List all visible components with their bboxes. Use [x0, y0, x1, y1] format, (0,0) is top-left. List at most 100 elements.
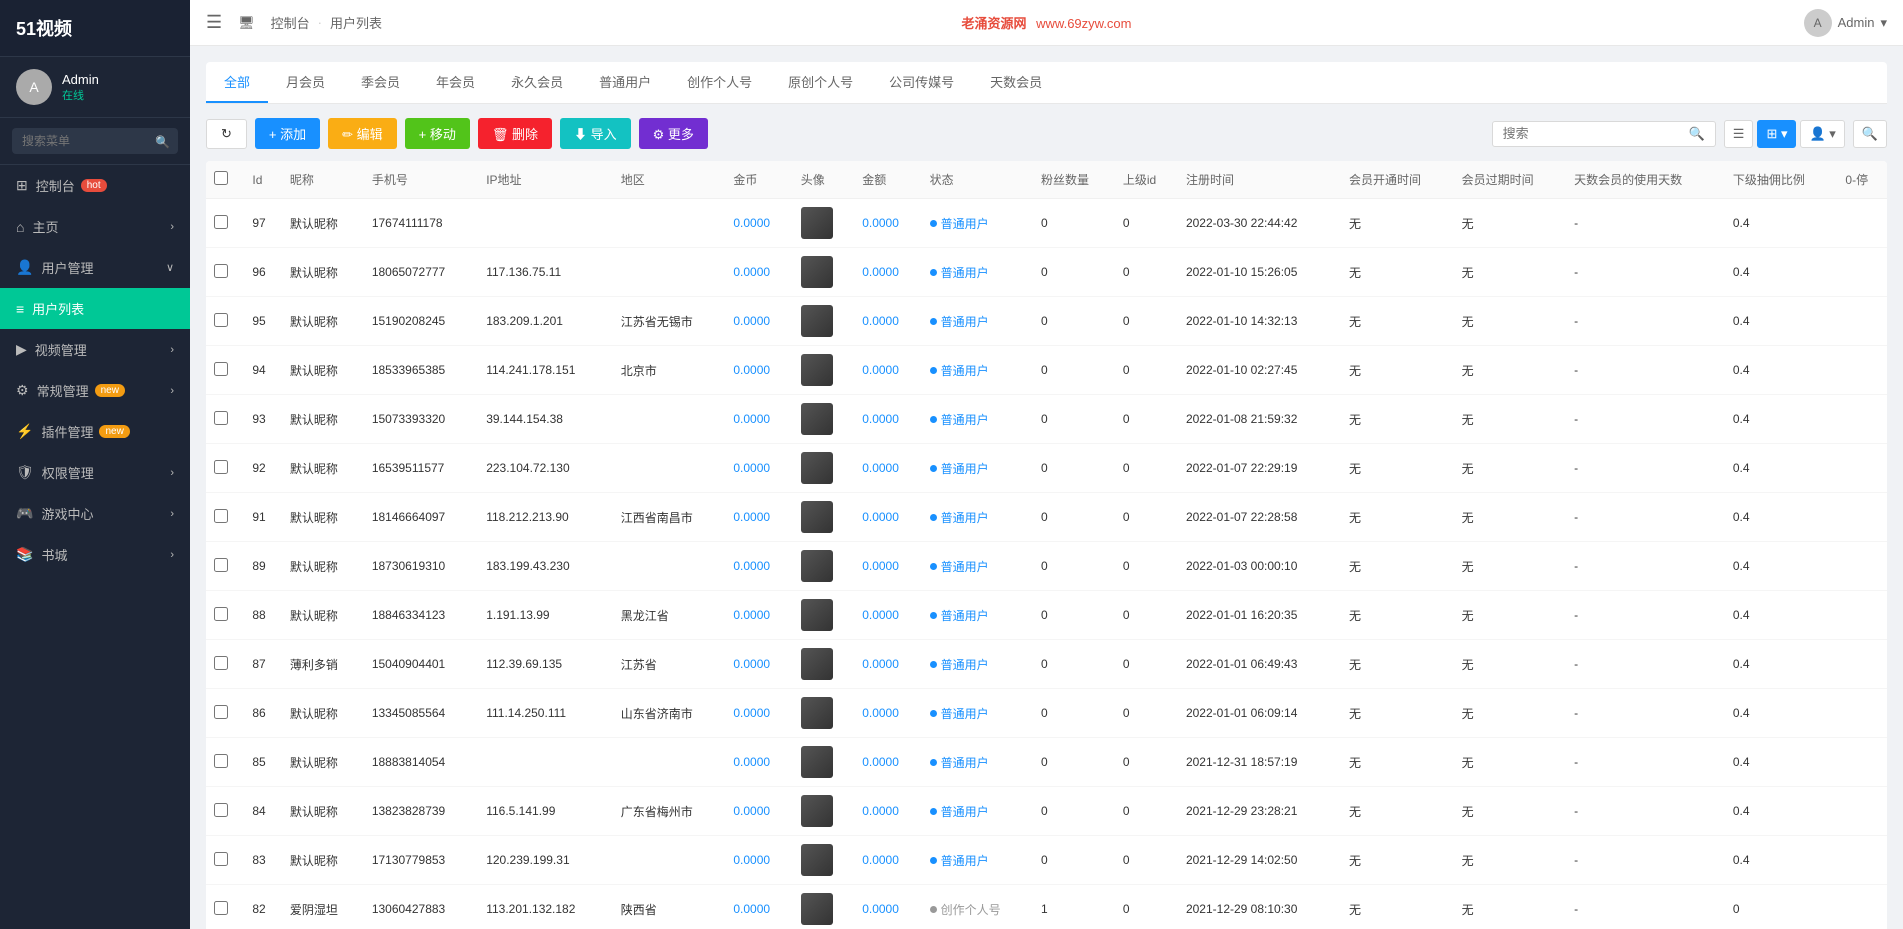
row-checkbox[interactable] [214, 803, 228, 817]
cell-region: 江苏省 [613, 640, 726, 689]
sidebar-item-label: 用户列表 [32, 299, 84, 318]
sidebar-logo: 51视频 [0, 0, 190, 57]
tab-permanent[interactable]: 永久会员 [493, 62, 581, 103]
row-checkbox[interactable] [214, 509, 228, 523]
move-button[interactable]: + 移动 [405, 118, 470, 149]
cell-coins: 0.0000 [725, 836, 792, 885]
select-all-checkbox[interactable] [214, 171, 228, 185]
cell-fans: 0 [1033, 738, 1115, 787]
hamburger-icon[interactable]: ☰ [206, 12, 222, 33]
row-checkbox[interactable] [214, 705, 228, 719]
col-parent-id: 上级id [1115, 161, 1178, 199]
sidebar-item-video-management[interactable]: ▶ 视频管理 › [0, 329, 190, 370]
col-id: Id [244, 161, 282, 199]
cell-nickname: 默认昵称 [282, 444, 364, 493]
cell-amount: 0.0000 [854, 444, 921, 493]
avatar-img [801, 795, 833, 827]
cell-rebate: 0.4 [1725, 493, 1838, 542]
cell-phone: 18065072777 [364, 248, 478, 297]
user-table: Id 昵称 手机号 IP地址 地区 金币 头像 金额 状态 粉丝数量 上级id … [206, 161, 1887, 929]
row-checkbox[interactable] [214, 656, 228, 670]
cell-coins: 0.0000 [725, 395, 792, 444]
tab-yearly[interactable]: 年会员 [418, 62, 493, 103]
search-input[interactable] [12, 128, 178, 154]
avatar: A [16, 69, 52, 105]
delete-button[interactable]: 🗑 删除 [478, 118, 552, 149]
view-icons: ☰ ⊞ ▾ 👤 ▾ [1724, 120, 1845, 148]
sidebar-item-general-management[interactable]: ⚙ 常规管理 new › [0, 370, 190, 411]
col-member-end: 会员过期时间 [1454, 161, 1567, 199]
tab-original-personal[interactable]: 原创个人号 [770, 62, 871, 103]
sidebar-item-dashboard[interactable]: ⊞ 控制台 hot [0, 165, 190, 206]
cell-coins: 0.0000 [725, 346, 792, 395]
cell-parent-id: 0 [1115, 346, 1178, 395]
tab-tianmao[interactable]: 天数会员 [972, 62, 1060, 103]
col-avatar: 头像 [793, 161, 854, 199]
cell-coins: 0.0000 [725, 493, 792, 542]
cell-tianmao-days: - [1566, 640, 1725, 689]
refresh-button[interactable]: ↻ [206, 119, 247, 149]
row-checkbox[interactable] [214, 754, 228, 768]
row-checkbox[interactable] [214, 313, 228, 327]
cell-member-end: 无 [1454, 885, 1567, 929]
more-button[interactable]: ⚙ 更多 [639, 118, 708, 149]
sidebar-item-user-management[interactable]: 👤 用户管理 ∨ [0, 247, 190, 288]
chevron-down-icon: ∨ [166, 261, 174, 274]
cell-phone: 18146664097 [364, 493, 478, 542]
cell-phone: 15073393320 [364, 395, 478, 444]
row-checkbox[interactable] [214, 901, 228, 915]
edit-button[interactable]: ✏ 编辑 [328, 118, 397, 149]
tab-normal[interactable]: 普通用户 [581, 62, 669, 103]
row-checkbox[interactable] [214, 558, 228, 572]
cell-coins: 0.0000 [725, 689, 792, 738]
cell-ip: 183.199.43.230 [478, 542, 613, 591]
sidebar-item-home[interactable]: ⌂ 主页 › [0, 206, 190, 247]
cell-parent-id: 0 [1115, 444, 1178, 493]
import-button[interactable]: ⬇ 导入 [560, 118, 631, 149]
cell-tianmao-days: - [1566, 738, 1725, 787]
tab-monthly[interactable]: 月会员 [268, 62, 343, 103]
avatar-img [801, 893, 833, 925]
table-search-input[interactable] [1503, 126, 1683, 141]
row-checkbox[interactable] [214, 411, 228, 425]
list-view-button[interactable]: ☰ [1724, 120, 1754, 148]
cell-member-start: 无 [1341, 836, 1454, 885]
row-checkbox[interactable] [214, 607, 228, 621]
avatar-img [801, 403, 833, 435]
tab-all[interactable]: 全部 [206, 62, 268, 103]
cell-ip: 39.144.154.38 [478, 395, 613, 444]
tab-company[interactable]: 公司传媒号 [871, 62, 972, 103]
col-reg-time: 注册时间 [1178, 161, 1341, 199]
sidebar-item-permission-management[interactable]: 🛡 权限管理 › [0, 452, 190, 493]
sidebar-item-user-list[interactable]: ≡ 用户列表 [0, 288, 190, 329]
cell-coins: 0.0000 [725, 640, 792, 689]
row-checkbox[interactable] [214, 264, 228, 278]
tab-creator-personal[interactable]: 创作个人号 [669, 62, 770, 103]
cell-amount: 0.0000 [854, 199, 921, 248]
sidebar-search-wrap: 🔍 [0, 118, 190, 164]
cell-nickname: 默认昵称 [282, 395, 364, 444]
cell-coins: 0.0000 [725, 738, 792, 787]
row-checkbox[interactable] [214, 362, 228, 376]
tab-quarterly[interactable]: 季会员 [343, 62, 418, 103]
cell-fans: 0 [1033, 640, 1115, 689]
cell-tianmao-days: - [1566, 836, 1725, 885]
cell-member-end: 无 [1454, 248, 1567, 297]
sidebar-item-label: 常规管理 [37, 381, 89, 400]
grid-view-button[interactable]: ⊞ ▾ [1757, 120, 1796, 148]
avatar-img [801, 354, 833, 386]
cell-member-start: 无 [1341, 689, 1454, 738]
cell-id: 87 [244, 640, 282, 689]
cell-fans: 1 [1033, 885, 1115, 929]
row-checkbox[interactable] [214, 215, 228, 229]
sidebar-item-game-center[interactable]: 🎮 游戏中心 › [0, 493, 190, 534]
sidebar-item-plugin-management[interactable]: ⚡ 插件管理 new [0, 411, 190, 452]
book-icon: 📚 [16, 546, 33, 563]
row-checkbox[interactable] [214, 852, 228, 866]
column-settings-button[interactable]: 👤 ▾ [1800, 120, 1844, 148]
breadcrumb-dashboard: 🖥 [238, 15, 255, 31]
table-search-button[interactable]: 🔍 [1853, 120, 1887, 148]
row-checkbox[interactable] [214, 460, 228, 474]
add-button[interactable]: + 添加 [255, 118, 320, 149]
sidebar-item-bookstore[interactable]: 📚 书城 › [0, 534, 190, 575]
